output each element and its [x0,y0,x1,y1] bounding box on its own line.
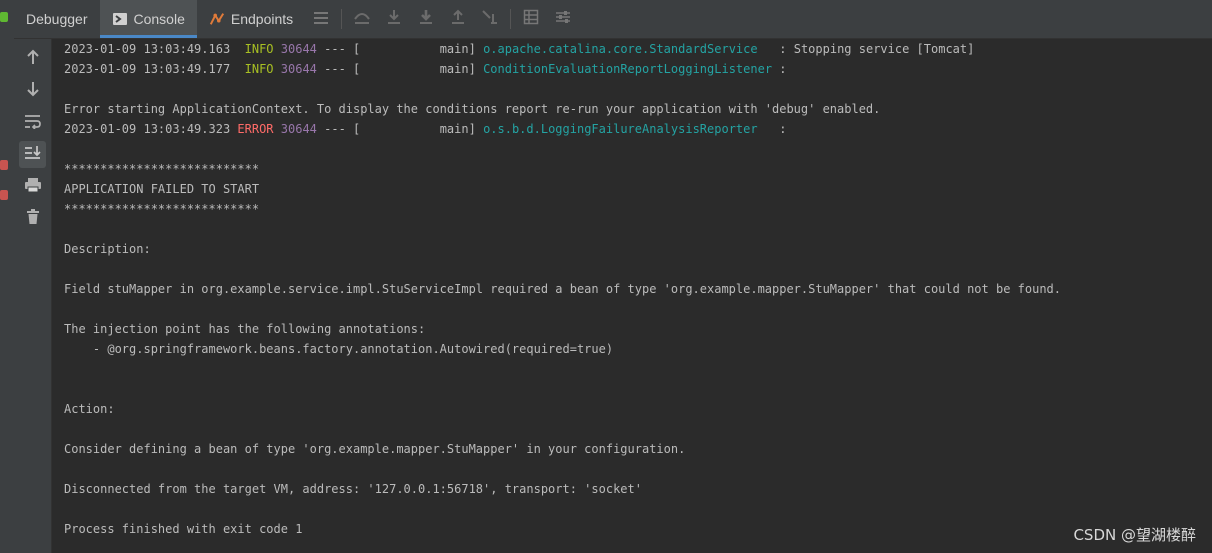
watermark: CSDN @望湖楼醉 [1073,526,1196,544]
log-logger: o.s.b.d.LoggingFailureAnalysisReporter [483,122,758,136]
failed-line: APPLICATION FAILED TO START [64,182,260,196]
settings-button[interactable] [547,0,579,38]
console-icon [112,11,128,27]
description-text: Field stuMapper in org.example.service.i… [64,282,1061,296]
log-thread: --- [ main] [316,122,484,136]
debug-status-icon[interactable] [0,12,8,22]
soft-wrap-icon [24,113,42,133]
settings-icon [555,9,571,29]
soft-wrap-button[interactable] [19,109,46,136]
print-button[interactable] [19,173,46,200]
log-pid: 30644 [280,122,317,136]
description-heading: Description: [64,242,151,256]
breakpoint-icon[interactable] [0,160,8,170]
console-text: 2023-01-09 13:03:49.163 INFO 30644 --- [… [52,39,1212,539]
toolbar-divider [341,9,343,29]
toolbar-divider [510,9,512,29]
log-thread: --- [ main] [316,42,484,56]
endpoints-icon [209,11,225,27]
annotation-text: - @org.springframework.beans.factory.ann… [64,342,614,356]
action-text: Consider defining a bean of type 'org.ex… [64,442,686,456]
log-message: : [772,62,787,76]
up-arrow-icon [26,49,40,69]
log-timestamp: 2023-01-09 13:03:49.163 [64,42,231,56]
frames-grid-button[interactable] [515,0,547,38]
log-pid: 30644 [280,62,317,76]
log-message: : Stopping service [Tomcat] [757,42,975,56]
log-level: ERROR [237,122,274,136]
scroll-down-button[interactable] [19,77,46,104]
step-over-icon [353,9,371,29]
step-out-button[interactable] [442,0,474,38]
exit-code-text: Process finished with exit code 1 [64,522,303,536]
frames-grid-icon [523,9,539,29]
step-into-icon [386,9,402,29]
log-logger: ConditionEvaluationReportLoggingListener [483,62,773,76]
scroll-to-end-button[interactable] [19,141,46,168]
trash-icon [26,208,40,229]
print-icon [24,177,42,197]
scroll-up-button[interactable] [19,45,46,72]
force-step-into-icon [418,9,434,29]
log-line: 2023-01-09 13:03:49.163 INFO 30644 --- [… [64,39,1212,59]
down-arrow-icon [26,81,40,101]
action-heading: Action: [64,402,115,416]
tab-debugger-label: Debugger [26,11,88,27]
tab-console-label: Console [133,11,185,27]
step-over-button[interactable] [346,0,378,38]
stars-line: *************************** [64,162,260,176]
log-level: INFO [244,42,274,56]
step-out-icon [450,9,466,29]
tab-console[interactable]: Console [99,0,197,38]
run-to-cursor-button[interactable] [474,0,506,38]
log-message: : [757,122,787,136]
ide-window: Debugger Console Endpoints 2023-01-09 13… [0,0,1212,553]
log-timestamp: 2023-01-09 13:03:49.323 [64,122,231,136]
run-to-cursor-icon [481,9,499,29]
log-pid: 30644 [280,42,317,56]
console-output[interactable]: 2023-01-09 13:03:49.163 INFO 30644 --- [… [52,39,1212,553]
mute-breakpoints-icon[interactable] [0,190,8,200]
menu-icon [313,10,329,29]
scroll-to-end-icon [24,145,42,165]
log-line: 2023-01-09 13:03:49.177 INFO 30644 --- [… [64,59,1212,79]
stars-line: *************************** [64,202,260,216]
log-line: 2023-01-09 13:03:49.323 ERROR 30644 --- … [64,119,1212,139]
tab-debugger[interactable]: Debugger [14,0,100,38]
menu-button[interactable] [305,0,337,38]
disconnected-text: Disconnected from the target VM, address… [64,482,642,496]
console-vertical-toolbar [14,39,52,553]
force-step-into-button[interactable] [410,0,442,38]
log-line: Error starting ApplicationContext. To di… [64,102,881,116]
log-thread: --- [ main] [316,62,484,76]
tab-endpoints-label: Endpoints [230,11,294,27]
log-timestamp: 2023-01-09 13:03:49.177 [64,62,231,76]
step-into-button[interactable] [378,0,410,38]
injection-point-text: The injection point has the following an… [64,322,426,336]
log-logger: o.apache.catalina.core.StandardService [483,42,758,56]
tab-endpoints[interactable]: Endpoints [197,0,305,38]
log-level: INFO [244,62,274,76]
ide-side-strip [0,0,15,553]
debug-tab-bar: Debugger Console Endpoints [14,0,1212,39]
clear-all-button[interactable] [19,205,46,232]
